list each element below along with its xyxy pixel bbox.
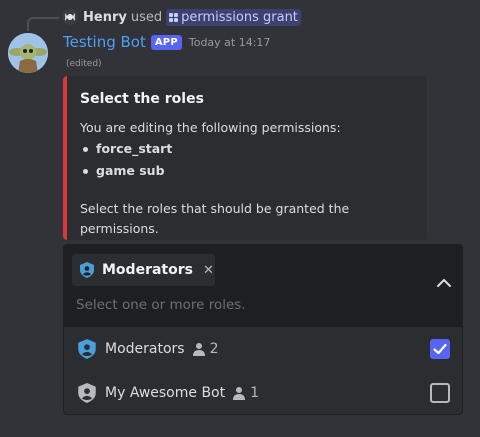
reply-spine (27, 17, 59, 31)
role-option-label: My Awesome Bot (105, 385, 226, 401)
edited-label: (edited) (66, 59, 102, 69)
app-badge: APP (150, 34, 182, 50)
member-count: 1 (250, 385, 260, 401)
slash-command-icon (169, 12, 179, 22)
bot-avatar[interactable] (8, 33, 48, 73)
select-placeholder: Select one or more roles. (76, 297, 246, 313)
chevron-up-icon[interactable] (436, 277, 452, 289)
member-count-icon (192, 343, 205, 356)
role-shield-icon (78, 339, 96, 359)
discord-chat-view: Henry used permissions grant Testing Bot… (0, 0, 480, 437)
permission-list: force_start game sub (80, 138, 413, 182)
role-shield-icon (80, 262, 94, 278)
role-options-menu: Moderators 2 My Awesome Bot 1 (63, 327, 463, 415)
embed-intro: You are editing the following permission… (80, 120, 341, 135)
reply-context[interactable]: Henry used permissions grant (62, 7, 301, 27)
role-shield-icon (78, 383, 96, 403)
reply-verb: used (130, 9, 163, 25)
author-name[interactable]: Testing Bot (63, 33, 146, 51)
embed-title: Select the roles (80, 91, 204, 107)
embed-card: Select the roles You are editing the fol… (63, 76, 427, 240)
reply-avatar (62, 9, 78, 25)
permission-item: force_start (80, 138, 413, 160)
check-icon (433, 343, 447, 355)
role-select[interactable]: Moderators ✕ Select one or more roles. (63, 244, 463, 328)
remove-tag-icon[interactable]: ✕ (203, 263, 214, 278)
checkbox-checked[interactable] (430, 339, 450, 359)
slash-command-chip[interactable]: permissions grant (166, 8, 301, 26)
slash-command-name: permissions grant (181, 9, 298, 25)
selected-role-label: Moderators (102, 262, 193, 278)
role-option-my-awesome-bot[interactable]: My Awesome Bot 1 (64, 371, 462, 415)
checkbox-unchecked[interactable] (430, 383, 450, 403)
role-option-label: Moderators (105, 341, 185, 357)
selected-role-tag[interactable]: Moderators ✕ (72, 254, 215, 286)
role-option-moderators[interactable]: Moderators 2 (64, 327, 462, 371)
add-attachment-icon[interactable]: + (25, 401, 45, 421)
member-count: 2 (209, 341, 219, 357)
message-header: Testing Bot APP Today at 14:17 (63, 32, 270, 52)
reply-username[interactable]: Henry (83, 10, 127, 25)
permission-item: game sub (80, 160, 413, 182)
embed-footer-text: Select the roles that should be granted … (80, 201, 350, 236)
message-timestamp: Today at 14:17 (188, 35, 271, 49)
member-count-icon (233, 387, 246, 400)
